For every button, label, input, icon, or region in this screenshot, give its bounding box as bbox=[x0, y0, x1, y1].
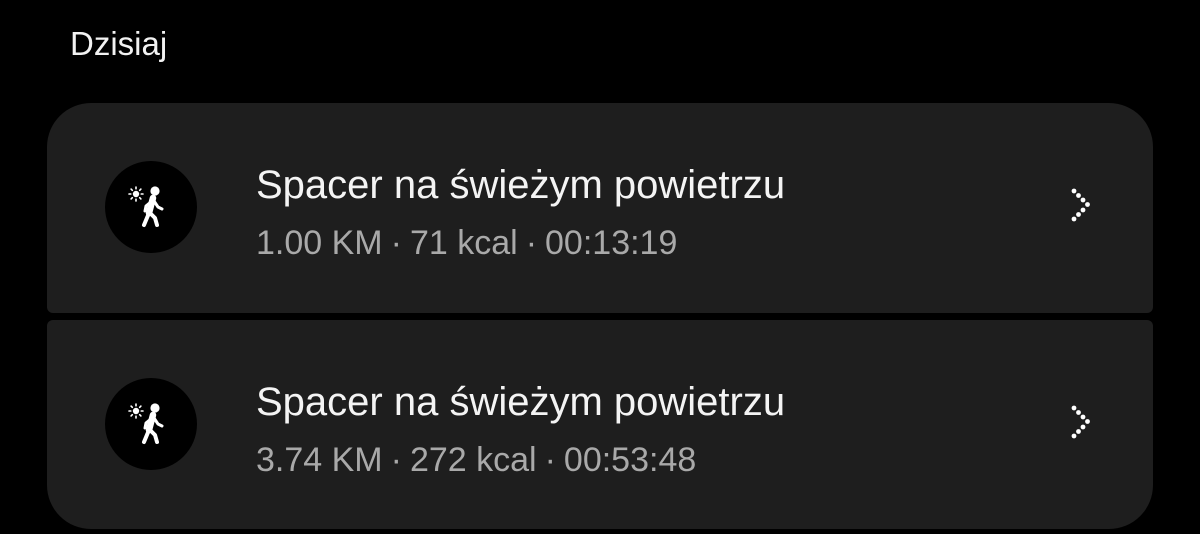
activity-card[interactable]: Spacer na świeżym powietrzu 3.74 KM · 272 … bbox=[47, 320, 1153, 529]
outdoor-walk-icon bbox=[105, 161, 197, 253]
stat-separator: · bbox=[390, 224, 402, 262]
activity-stats: 3.74 KM · 272 kcal · 00:53:48 bbox=[256, 438, 696, 482]
activity-distance: 1.00 KM bbox=[256, 224, 383, 262]
stat-separator: · bbox=[544, 441, 556, 479]
outdoor-walk-icon bbox=[105, 378, 197, 470]
activity-stats: 1.00 KM · 71 kcal · 00:13:19 bbox=[256, 221, 677, 265]
activity-duration: 00:53:48 bbox=[563, 441, 697, 479]
section-title: Dzisiaj bbox=[70, 25, 168, 62]
stat-separator: · bbox=[390, 441, 402, 479]
activity-calories: 71 kcal bbox=[409, 224, 518, 262]
chevron-right-icon[interactable] bbox=[1063, 400, 1103, 448]
activity-list: Spacer na świeżym powietrzu 1.00 KM · 71 k… bbox=[47, 103, 1153, 529]
activity-title: Spacer na świeżym powietrzu bbox=[256, 163, 786, 207]
activity-distance: 3.74 KM bbox=[256, 441, 383, 479]
stat-separator: · bbox=[525, 224, 538, 262]
activity-title: Spacer na świeżym powietrzu bbox=[256, 380, 786, 424]
activity-card[interactable]: Spacer na świeżym powietrzu 1.00 KM · 71 k… bbox=[47, 103, 1153, 313]
activity-duration: 00:13:19 bbox=[545, 224, 678, 262]
activity-calories: 272 kcal bbox=[409, 441, 537, 479]
chevron-right-icon[interactable] bbox=[1063, 183, 1103, 231]
